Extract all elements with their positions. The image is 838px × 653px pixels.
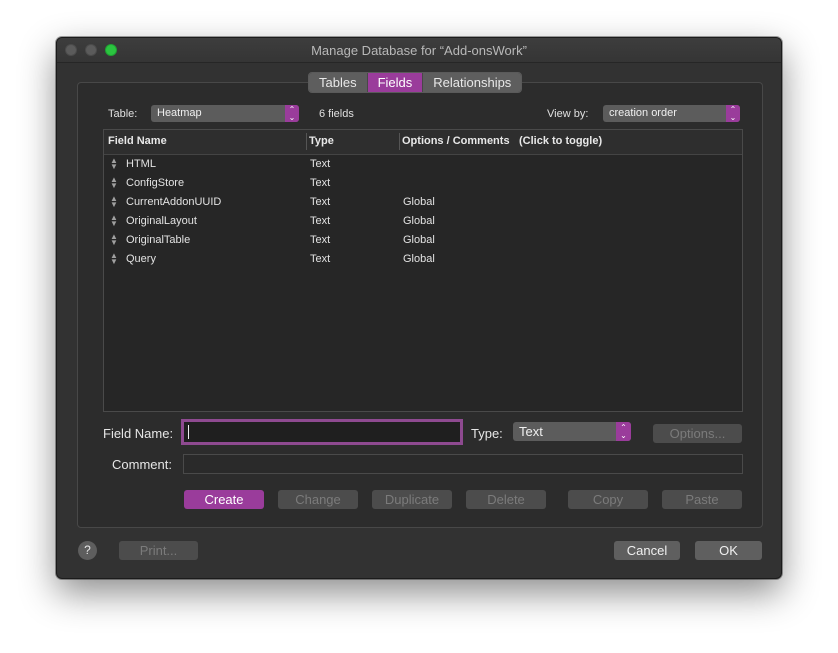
- row-field-options: Global: [403, 215, 435, 227]
- tab-tables[interactable]: Tables: [309, 73, 367, 92]
- change-button[interactable]: Change: [278, 490, 358, 509]
- tab-bar: Tables Fields Relationships: [308, 72, 523, 93]
- row-field-name: Query: [126, 253, 156, 265]
- ok-button[interactable]: OK: [695, 541, 762, 560]
- field-list[interactable]: Field Name Type Options / Comments (Clic…: [103, 129, 743, 412]
- table-label: Table:: [108, 108, 138, 120]
- type-popup[interactable]: Text ⌃ ⌄: [513, 422, 631, 441]
- table-row[interactable]: ▲ ▼ Query Text Global: [104, 250, 742, 269]
- table-popup-value: Heatmap: [157, 107, 202, 119]
- row-field-name: ConfigStore: [126, 177, 185, 189]
- row-field-type: Text: [310, 196, 331, 208]
- popup-chevron-icon: ⌃ ⌄: [726, 105, 740, 122]
- row-field-options: Global: [403, 253, 435, 265]
- view-by-popup-value: creation order: [609, 107, 677, 119]
- row-field-type: Text: [310, 253, 331, 265]
- column-toggle-hint[interactable]: (Click to toggle): [519, 135, 602, 147]
- row-field-options: Global: [403, 234, 435, 246]
- column-header-options[interactable]: Options / Comments: [402, 135, 510, 147]
- view-by-popup[interactable]: creation order ⌃ ⌄: [603, 105, 740, 122]
- drag-handle-icon[interactable]: ▲ ▼: [110, 214, 118, 228]
- comment-input[interactable]: [183, 454, 743, 474]
- row-field-name: HTML: [126, 158, 156, 170]
- paste-button[interactable]: Paste: [662, 490, 742, 509]
- field-name-input[interactable]: [181, 419, 463, 445]
- table-row[interactable]: ▲ ▼ OriginalTable Text Global: [104, 231, 742, 250]
- view-by-label: View by:: [547, 108, 589, 120]
- popup-chevron-icon: ⌃ ⌄: [285, 105, 299, 122]
- cancel-button[interactable]: Cancel: [614, 541, 680, 560]
- table-popup[interactable]: Heatmap ⌃ ⌄: [151, 105, 299, 122]
- drag-handle-icon[interactable]: ▲ ▼: [110, 252, 118, 266]
- window-title: Manage Database for “Add-onsWork”: [311, 43, 527, 58]
- manage-database-window: Manage Database for “Add-onsWork” Tables…: [56, 37, 782, 579]
- field-name-label: Field Name:: [103, 426, 174, 441]
- create-button[interactable]: Create: [184, 490, 264, 509]
- table-row[interactable]: ▲ ▼ CurrentAddonUUID Text Global: [104, 193, 742, 212]
- row-field-name: OriginalLayout: [126, 215, 197, 227]
- type-popup-value: Text: [519, 424, 543, 439]
- row-field-type: Text: [310, 215, 331, 227]
- row-field-options: Global: [403, 196, 435, 208]
- popup-chevron-icon: ⌃ ⌄: [616, 422, 631, 441]
- field-count: 6 fields: [319, 108, 354, 120]
- row-field-type: Text: [310, 234, 331, 246]
- table-row[interactable]: ▲ ▼ OriginalLayout Text Global: [104, 212, 742, 231]
- tab-fields[interactable]: Fields: [366, 73, 423, 92]
- drag-handle-icon[interactable]: ▲ ▼: [110, 195, 118, 209]
- copy-button[interactable]: Copy: [568, 490, 648, 509]
- column-header-field-name[interactable]: Field Name: [108, 135, 167, 147]
- row-field-name: CurrentAddonUUID: [126, 196, 222, 208]
- column-header-type[interactable]: Type: [309, 135, 334, 147]
- row-field-type: Text: [310, 158, 331, 170]
- title-bar[interactable]: Manage Database for “Add-onsWork”: [57, 38, 781, 63]
- field-list-header: Field Name Type Options / Comments (Clic…: [104, 130, 742, 155]
- text-caret: [188, 425, 189, 439]
- help-icon[interactable]: ?: [78, 541, 97, 560]
- duplicate-button[interactable]: Duplicate: [372, 490, 452, 509]
- row-field-name: OriginalTable: [126, 234, 191, 246]
- print-button[interactable]: Print...: [119, 541, 198, 560]
- options-button[interactable]: Options...: [653, 424, 742, 443]
- delete-button[interactable]: Delete: [466, 490, 546, 509]
- column-separator: [399, 133, 400, 150]
- comment-label: Comment:: [112, 457, 172, 472]
- drag-handle-icon[interactable]: ▲ ▼: [110, 157, 118, 171]
- table-row[interactable]: ▲ ▼ ConfigStore Text: [104, 174, 742, 193]
- drag-handle-icon[interactable]: ▲ ▼: [110, 233, 118, 247]
- row-field-type: Text: [310, 177, 331, 189]
- table-row[interactable]: ▲ ▼ HTML Text: [104, 155, 742, 174]
- type-label: Type:: [471, 426, 503, 441]
- drag-handle-icon[interactable]: ▲ ▼: [110, 176, 118, 190]
- column-separator: [306, 133, 307, 150]
- tab-relationships[interactable]: Relationships: [422, 73, 522, 92]
